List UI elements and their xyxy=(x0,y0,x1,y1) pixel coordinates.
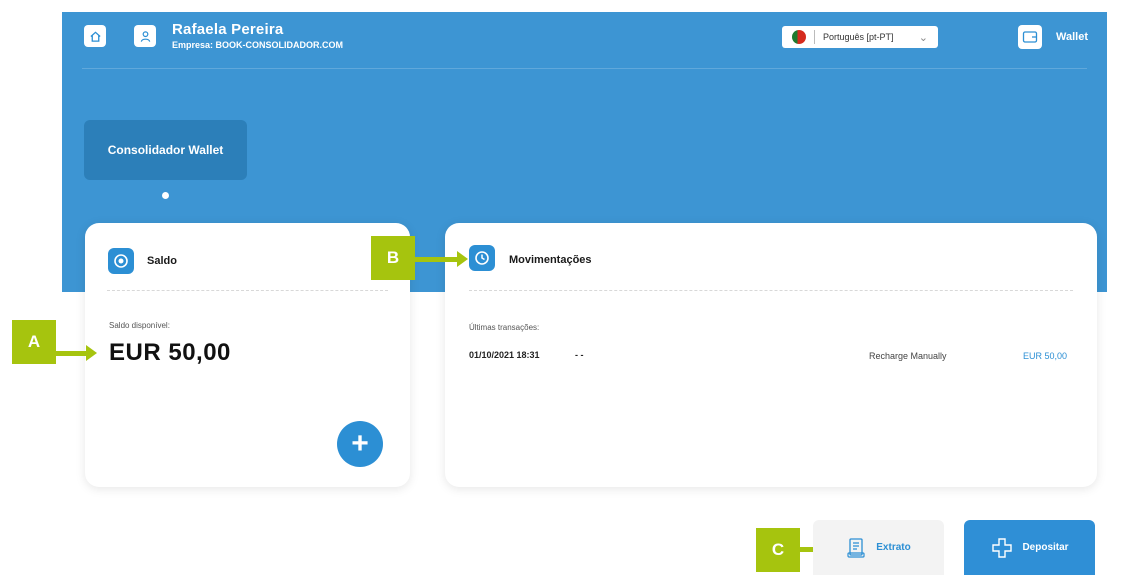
wallet-label[interactable]: Wallet xyxy=(1056,31,1088,43)
annotation-a: A xyxy=(12,320,56,364)
transaction-ref: - - xyxy=(575,350,584,360)
balance-title: Saldo xyxy=(147,255,177,267)
annotation-b-arrow xyxy=(415,257,457,262)
transaction-description: Recharge Manually xyxy=(869,351,947,361)
receipt-icon xyxy=(847,537,865,558)
divider xyxy=(814,30,815,44)
statement-button[interactable]: Extrato xyxy=(813,520,944,575)
deposit-label: Depositar xyxy=(1022,542,1069,553)
divider xyxy=(469,290,1073,291)
carousel-dot[interactable] xyxy=(162,192,169,199)
profile-button[interactable] xyxy=(134,25,156,47)
user-icon xyxy=(140,30,150,42)
statement-label: Extrato xyxy=(876,542,911,553)
portugal-flag-icon xyxy=(792,30,806,44)
user-name: Rafaela Pereira xyxy=(172,21,284,38)
home-button[interactable] xyxy=(84,25,106,47)
annotation-b: B xyxy=(371,236,415,280)
balance-card: Saldo Saldo disponível: EUR 50,00 + xyxy=(85,223,410,487)
available-balance-label: Saldo disponível: xyxy=(109,321,170,330)
plus-icon xyxy=(992,537,1013,558)
top-bar: Rafaela Pereira Empresa: BOOK-CONSOLIDAD… xyxy=(62,12,1107,68)
balance-amount: EUR 50,00 xyxy=(109,339,231,366)
wallet-icon xyxy=(1022,31,1038,43)
wallet-button[interactable] xyxy=(1018,25,1042,49)
transaction-amount: EUR 50,00 xyxy=(1023,351,1068,361)
add-funds-button[interactable]: + xyxy=(337,421,383,467)
annotation-c: C xyxy=(756,528,800,572)
clock-icon xyxy=(469,245,495,271)
divider xyxy=(107,290,388,291)
company-name: Empresa: BOOK-CONSOLIDADOR.COM xyxy=(172,40,344,50)
coin-icon xyxy=(108,248,134,274)
recent-transactions-label: Últimas transações: xyxy=(469,323,540,332)
home-icon xyxy=(89,30,101,42)
chevron-down-icon: ⌄ xyxy=(918,31,928,44)
arrow-right-icon xyxy=(457,251,468,267)
wallet-tab[interactable]: Consolidador Wallet xyxy=(84,120,247,180)
transaction-date: 01/10/2021 18:31 xyxy=(469,350,540,360)
language-select[interactable]: Português [pt-PT] ⌄ xyxy=(782,26,938,48)
arrow-right-icon xyxy=(86,345,97,361)
plus-icon: + xyxy=(351,427,369,460)
movements-title: Movimentações xyxy=(509,254,592,266)
deposit-button[interactable]: Depositar xyxy=(964,520,1095,575)
annotation-a-arrow xyxy=(56,351,86,356)
language-value: Português [pt-PT] xyxy=(823,32,894,42)
header-divider xyxy=(82,68,1087,69)
movements-card: Movimentações Últimas transações: 01/10/… xyxy=(445,223,1097,487)
